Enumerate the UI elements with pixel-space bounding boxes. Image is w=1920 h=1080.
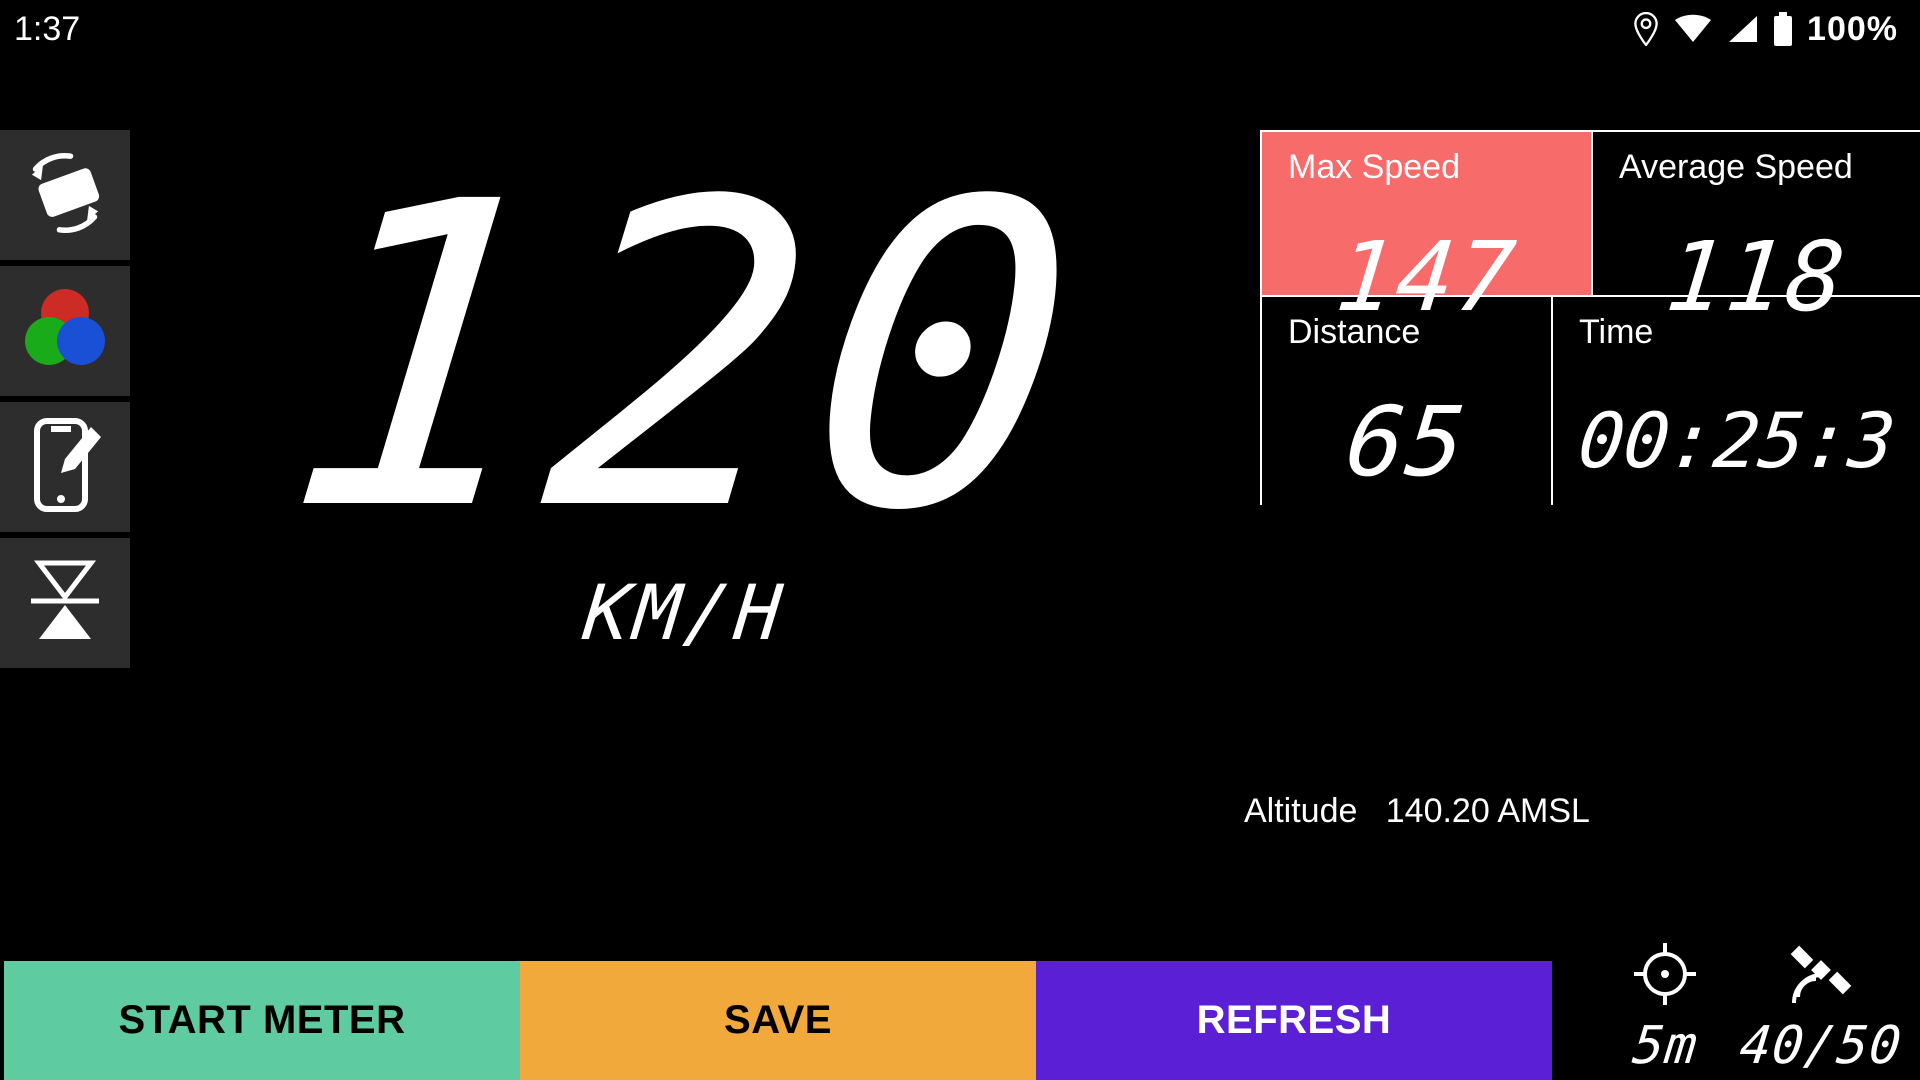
color-button[interactable] <box>0 266 130 396</box>
stats-grid: Max Speed 147 Average Speed 118 Distance… <box>1260 130 1920 505</box>
refresh-button[interactable]: REFRESH <box>1036 961 1552 1080</box>
clock: 1:37 <box>14 10 80 49</box>
max-speed-label: Max Speed <box>1288 148 1565 187</box>
gps-satellites-block: 40/50 <box>1740 941 1902 1076</box>
save-button[interactable]: SAVE <box>520 961 1036 1080</box>
rotate-icon <box>19 147 111 244</box>
bottom-bar: START METER SAVE REFRESH <box>4 961 1552 1080</box>
mirror-button[interactable] <box>0 538 130 668</box>
battery-percent: 100% <box>1807 10 1898 49</box>
avg-speed-label: Average Speed <box>1619 148 1894 187</box>
time-label: Time <box>1579 313 1894 352</box>
stat-distance[interactable]: Distance 65 <box>1262 295 1551 505</box>
stat-time[interactable]: Time 00:25:3 <box>1551 295 1920 505</box>
altitude-value: 140.20 AMSL <box>1386 792 1590 830</box>
battery-icon <box>1773 12 1793 46</box>
cell-signal-icon <box>1727 14 1759 44</box>
tool-strip <box>0 130 130 668</box>
stat-max-speed[interactable]: Max Speed 147 <box>1262 132 1591 295</box>
mirror-icon <box>25 551 105 656</box>
gps-accuracy-block: 5m <box>1632 941 1698 1076</box>
speed-display: 120 KM/H <box>260 170 1110 657</box>
gps-status: 5m 40/50 <box>1632 941 1902 1076</box>
rgb-icon <box>15 279 115 384</box>
distance-value: 65 <box>1282 386 1531 498</box>
wifi-icon <box>1673 14 1713 44</box>
stat-avg-speed[interactable]: Average Speed 118 <box>1591 132 1920 295</box>
speed-unit: KM/H <box>255 568 1114 657</box>
time-value: 00:25:3 <box>1574 396 1898 485</box>
gps-satellites-value: 40/50 <box>1737 1016 1905 1076</box>
phone-brush-icon <box>23 415 107 520</box>
crosshair-icon <box>1632 941 1698 1012</box>
location-icon <box>1633 12 1659 46</box>
status-right: 100% <box>1633 10 1898 49</box>
speed-value: 120 <box>240 170 1130 548</box>
satellite-icon <box>1784 941 1858 1012</box>
distance-label: Distance <box>1288 313 1525 352</box>
gps-accuracy-value: 5m <box>1630 1016 1701 1076</box>
start-meter-button[interactable]: START METER <box>4 961 520 1080</box>
altitude-readout: Altitude 140.20 AMSL <box>1244 792 1590 831</box>
altitude-label: Altitude <box>1244 792 1357 830</box>
rotate-button[interactable] <box>0 130 130 260</box>
theme-button[interactable] <box>0 402 130 532</box>
status-bar: 1:37 100% <box>0 0 1920 58</box>
